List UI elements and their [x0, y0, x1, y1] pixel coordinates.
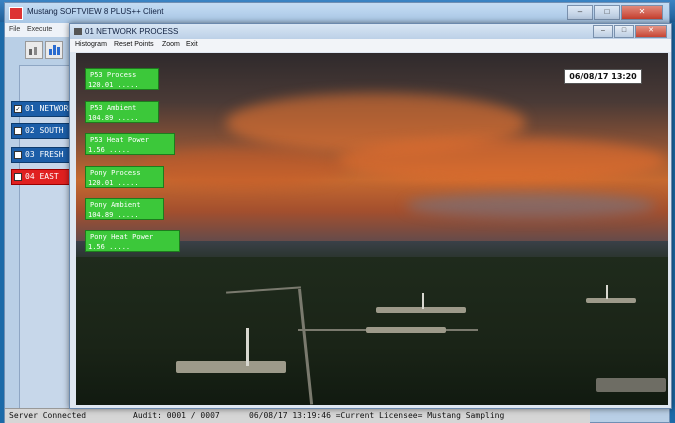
tag-value: 1.56 ..... [88, 146, 131, 154]
well-pad [176, 361, 286, 373]
audit-status: Audit: 0001 / 0007 [133, 411, 220, 420]
tag-value: 104.89 ..... [88, 211, 139, 219]
maximize-button[interactable]: □ [594, 5, 620, 20]
facility [596, 378, 666, 392]
tag-value: 120.01 ..... [88, 81, 139, 89]
checkbox[interactable] [14, 127, 22, 135]
window-icon [74, 28, 82, 35]
tag-pony-heat-power[interactable]: Pony Heat Power 1.56 ..... [85, 230, 180, 252]
tag-value: 1.56 ..... [88, 243, 131, 251]
tag-name: P53 Ambient [90, 104, 137, 112]
sidebar-item-label: 03 FRESH [25, 150, 64, 159]
tag-name: Pony Process [90, 169, 141, 177]
tag-name: P53 Heat Power [90, 136, 150, 144]
menu-histogram[interactable]: Histogram [75, 41, 107, 48]
menu-execute[interactable]: Execute [27, 26, 52, 33]
connection-status: Server Connected [9, 411, 87, 420]
license-status: 06/08/17 13:19:46 =Current Licensee= Mus… [249, 411, 505, 420]
minimize-button[interactable]: – [593, 25, 613, 38]
menu-reset-points[interactable]: Reset Points [114, 41, 154, 48]
tag-name: Pony Ambient [90, 201, 141, 209]
menu-zoom[interactable]: Zoom [162, 41, 180, 48]
well-pad [376, 307, 466, 313]
main-window-titlebar[interactable]: Mustang SOFTVIEW 8 PLUS++ Client – □ ✕ [5, 3, 669, 23]
app-logo-icon [9, 7, 23, 20]
process-menubar: Histogram Reset Points Zoom Exit [70, 39, 671, 52]
sidebar-item-label: 02 SOUTH [25, 126, 64, 135]
checkbox[interactable]: ✓ [14, 105, 22, 113]
drilling-rig [606, 285, 608, 299]
sidebar-item-label: 01 NETWORK [25, 104, 71, 113]
network-process-window: 01 NETWORK PROCESS – □ ✕ Histogram Reset… [69, 23, 672, 409]
close-button[interactable]: ✕ [635, 25, 667, 38]
tag-pony-ambient[interactable]: Pony Ambient 104.89 ..... [85, 198, 164, 220]
site-background-image: 06/08/17 13:20 P53 Process 120.01 ..... … [76, 53, 668, 405]
tag-p53-heat-power[interactable]: P53 Heat Power 1.56 ..... [85, 133, 175, 155]
tag-name: Pony Heat Power [90, 233, 154, 241]
drilling-rig [246, 328, 249, 366]
network-process-title: 01 NETWORK PROCESS [85, 27, 179, 36]
maximize-button[interactable]: □ [614, 25, 634, 38]
print-icon[interactable] [25, 41, 43, 59]
checkbox[interactable] [14, 151, 22, 159]
sidebar-item-label: 04 EAST [25, 172, 59, 181]
cloud [336, 138, 666, 183]
tag-name: P53 Process [90, 71, 137, 79]
drilling-rig [422, 293, 424, 309]
close-button[interactable]: ✕ [621, 5, 663, 20]
clock-display: 06/08/17 13:20 [564, 69, 642, 84]
sidebar-item-02[interactable]: 02 SOUTH [11, 123, 71, 139]
sidebar-item-03[interactable]: 03 FRESH [11, 147, 71, 163]
tag-value: 104.89 ..... [88, 114, 139, 122]
main-window-title: Mustang SOFTVIEW 8 PLUS++ Client [27, 7, 164, 16]
checkbox[interactable] [14, 173, 22, 181]
well-pad [366, 327, 446, 333]
cloud [406, 193, 656, 218]
network-process-titlebar[interactable]: 01 NETWORK PROCESS – □ ✕ [70, 24, 671, 39]
tag-p53-process[interactable]: P53 Process 120.01 ..... [85, 68, 159, 90]
well-pad [586, 298, 636, 303]
tag-value: 120.01 ..... [88, 179, 139, 187]
sidebar-item-01[interactable]: ✓ 01 NETWORK [11, 101, 71, 117]
bar-chart-icon[interactable] [45, 41, 63, 59]
status-bar: Server Connected Audit: 0001 / 0007 06/0… [5, 408, 590, 423]
main-toolbar [5, 37, 75, 63]
tag-p53-ambient[interactable]: P53 Ambient 104.89 ..... [85, 101, 159, 123]
tag-pony-process[interactable]: Pony Process 120.01 ..... [85, 166, 164, 188]
minimize-button[interactable]: – [567, 5, 593, 20]
menu-file[interactable]: File [9, 26, 20, 33]
menu-exit[interactable]: Exit [186, 41, 198, 48]
sidebar-item-04[interactable]: 04 EAST [11, 169, 71, 185]
